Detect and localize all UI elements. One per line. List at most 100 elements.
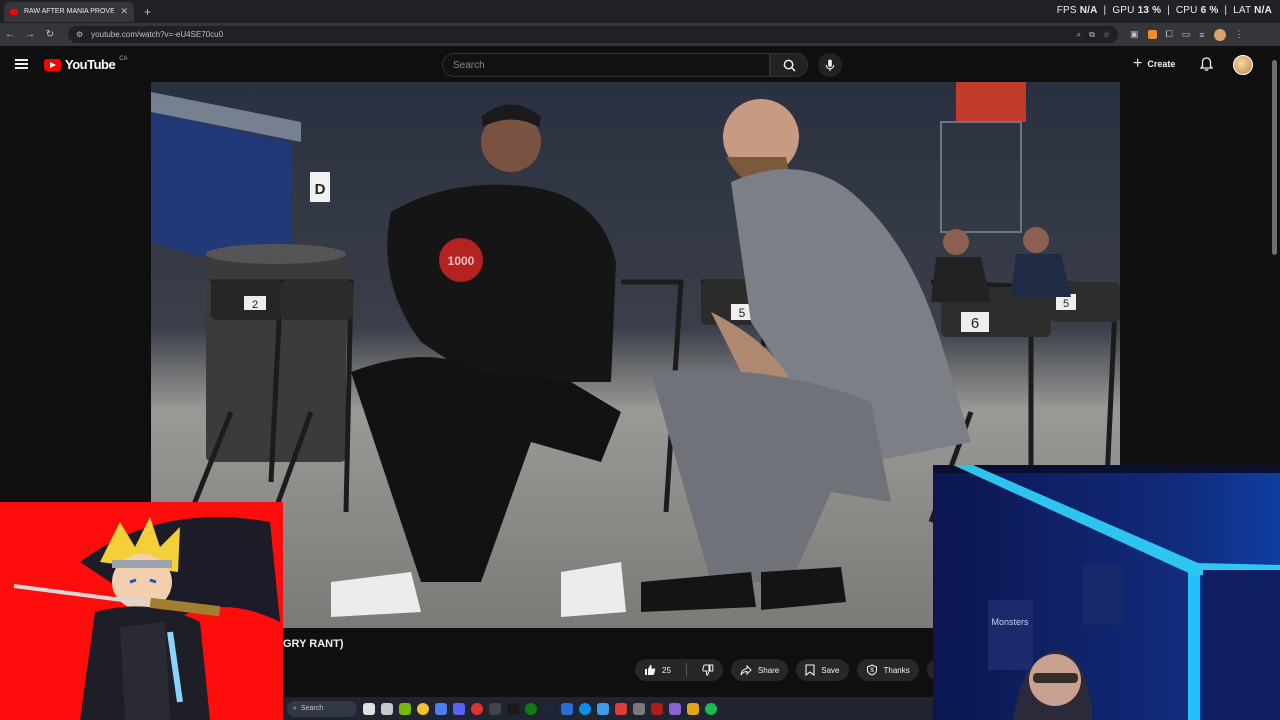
edge-icon[interactable]: [561, 702, 573, 715]
media-app-icon[interactable]: [651, 702, 663, 715]
performance-overlay: FPS N/A | GPU 13 % | CPU 6 % | LAT N/A: [1056, 5, 1272, 16]
share-button[interactable]: Share: [730, 659, 789, 681]
settings-icon[interactable]: [633, 702, 645, 715]
tab-close-icon[interactable]: ✕: [120, 6, 128, 17]
cpu-value: 6 %: [1200, 5, 1219, 16]
page-scrollbar[interactable]: [1272, 60, 1277, 255]
like-button[interactable]: 25: [635, 659, 680, 681]
windows-taskbar: ⌕ Search: [283, 697, 933, 720]
file-explorer-icon[interactable]: [381, 702, 393, 715]
svg-text:$: $: [870, 668, 874, 674]
country-code: CA: [119, 55, 128, 62]
zoom-icon[interactable]: ⌕: [1077, 30, 1081, 40]
terminal-icon[interactable]: [489, 702, 501, 715]
taskbar-search-label: Search: [300, 705, 324, 712]
taskbar-search-icon: ⌕: [293, 704, 297, 712]
epic-games-icon[interactable]: [687, 702, 699, 715]
youtube-wordmark: YouTube: [65, 57, 116, 72]
youtube-header: YouTube CA Search + Create: [0, 46, 1280, 84]
chair-number-2: 2: [252, 299, 258, 311]
like-divider: [685, 663, 687, 677]
spotify-icon[interactable]: [705, 702, 717, 715]
lat-value: N/A: [1254, 5, 1272, 16]
dislike-button[interactable]: [693, 659, 723, 681]
back-icon[interactable]: ←: [0, 29, 20, 40]
thanks-label: Thanks: [883, 665, 910, 675]
browser-toolbar: ← → ↻ ⚙ youtube.com/watch?v=-eU4SE70cu0 …: [0, 23, 1280, 46]
site-info-icon[interactable]: ⚙: [76, 30, 83, 39]
twitch-icon[interactable]: [669, 702, 681, 715]
profile-avatar-icon[interactable]: [1213, 28, 1226, 41]
app-icon[interactable]: [507, 702, 519, 715]
address-bar[interactable]: ⚙ youtube.com/watch?v=-eU4SE70cu0 ⌕ ⧉ ☆: [68, 26, 1118, 43]
obs-icon[interactable]: [471, 702, 483, 715]
fps-value: N/A: [1079, 5, 1098, 16]
task-view-icon[interactable]: [363, 702, 375, 715]
like-count: 25: [662, 665, 671, 675]
extensions-puzzle-icon[interactable]: ⧠: [1166, 29, 1173, 40]
search-button[interactable]: [770, 53, 808, 77]
cpu-label: CPU: [1175, 5, 1198, 16]
steam-icon[interactable]: [543, 702, 555, 715]
search-placeholder: Search: [453, 59, 485, 71]
super-thanks-icon: $: [866, 664, 877, 676]
screen: RAW AFTER MANIA PROVES ✕ + FPS N/A | GPU…: [0, 0, 1280, 720]
forward-icon[interactable]: →: [20, 29, 40, 40]
reload-icon[interactable]: ↻: [40, 29, 60, 40]
save-button[interactable]: Save: [796, 659, 849, 681]
game-launcher-icon[interactable]: [615, 702, 627, 715]
chair-number-5: 5: [739, 306, 746, 320]
install-app-icon[interactable]: ⧉: [1089, 30, 1095, 40]
extension-icon[interactable]: ▣: [1130, 29, 1139, 40]
search-icon: [783, 59, 796, 72]
create-label: Create: [1147, 59, 1176, 69]
sidepanel-icon[interactable]: ▭: [1182, 29, 1191, 40]
thumbs-up-icon: [645, 664, 656, 675]
video-actions: 25 Share Save $ Thanks Do: [635, 659, 972, 681]
bookmark-icon: [805, 664, 815, 676]
hamburger-menu-icon[interactable]: [15, 59, 28, 69]
webcam-overlay: Monsters: [933, 465, 1280, 720]
browser-tab-bar: RAW AFTER MANIA PROVES ✕ + FPS N/A | GPU…: [0, 0, 1280, 23]
xbox-icon[interactable]: [525, 702, 537, 715]
discord-icon[interactable]: [453, 702, 465, 715]
media-controls-icon[interactable]: ≡: [1199, 30, 1204, 40]
menu-dots-icon[interactable]: ⋮: [1235, 29, 1244, 40]
voice-search-button[interactable]: [818, 53, 842, 77]
mail-icon[interactable]: [597, 702, 609, 715]
gpu-value: 13 %: [1137, 5, 1162, 16]
extension-icons: ▣ ⧠ ▭ ≡ ⋮: [1130, 28, 1244, 41]
chair-number-6: 6: [971, 315, 979, 332]
url-text: youtube.com/watch?v=-eU4SE70cu0: [91, 30, 224, 39]
video-title: GRY RANT): [283, 638, 344, 650]
account-avatar[interactable]: [1233, 55, 1253, 75]
chair-number-5b: 5: [1063, 298, 1069, 310]
plus-icon: +: [1133, 55, 1143, 72]
youtube-logo[interactable]: YouTube CA: [44, 55, 128, 72]
webcam-feed-image: Monsters: [933, 465, 1280, 720]
browser-tab[interactable]: RAW AFTER MANIA PROVES ✕: [4, 1, 134, 22]
microphone-icon: [825, 58, 835, 71]
save-label: Save: [821, 665, 840, 675]
nvidia-icon[interactable]: [399, 702, 411, 715]
bookmark-star-icon[interactable]: ☆: [1103, 30, 1110, 39]
share-label: Share: [757, 665, 780, 675]
new-tab-icon[interactable]: +: [144, 5, 151, 19]
notifications-bell-icon[interactable]: [1199, 57, 1214, 76]
thanks-button[interactable]: $ Thanks: [856, 659, 919, 681]
tab-title: RAW AFTER MANIA PROVES: [24, 8, 115, 15]
lat-label: LAT: [1233, 5, 1252, 16]
search-input[interactable]: Search: [442, 53, 770, 77]
fps-label: FPS: [1056, 5, 1077, 16]
create-button[interactable]: + Create: [1133, 56, 1175, 72]
poster-text: Monsters: [991, 617, 1029, 627]
youtube-favicon-icon: [10, 8, 18, 15]
like-dislike-group: 25: [635, 659, 723, 681]
taskbar-search[interactable]: ⌕ Search: [287, 700, 357, 717]
browser-icon[interactable]: [579, 702, 591, 715]
gpu-label: GPU: [1112, 5, 1135, 16]
chrome-icon[interactable]: [417, 702, 429, 715]
share-icon: [740, 664, 752, 675]
calculator-icon[interactable]: [435, 702, 447, 715]
brave-extension-icon[interactable]: [1147, 30, 1157, 39]
